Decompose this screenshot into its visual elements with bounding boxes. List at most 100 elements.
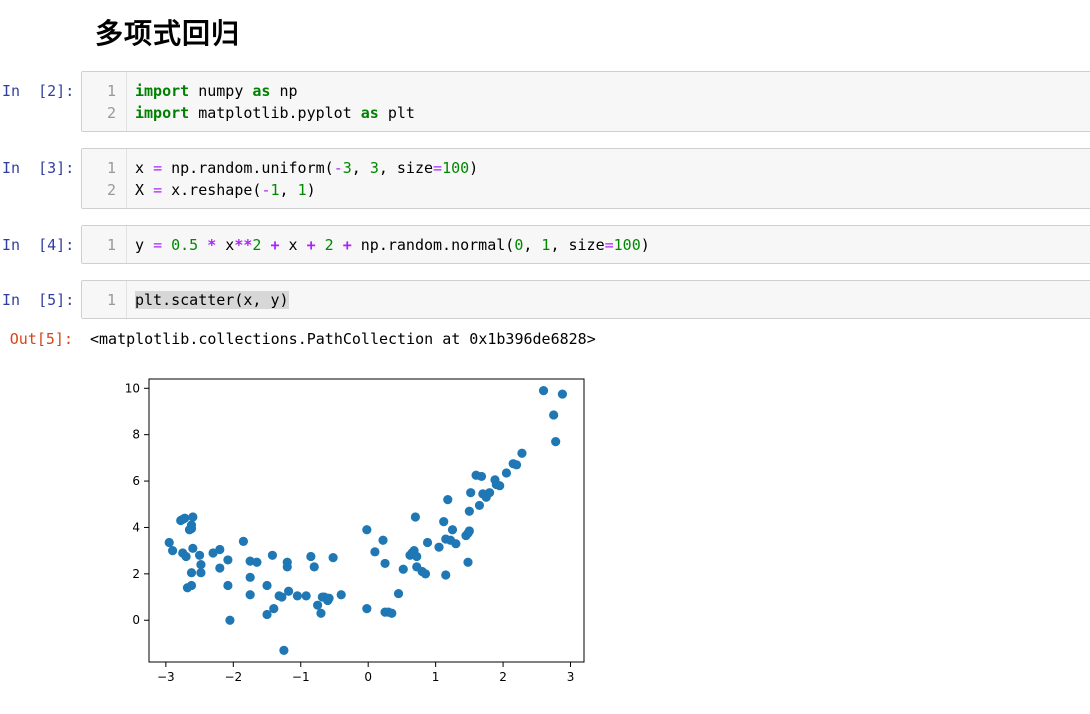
scatter-point (495, 481, 505, 491)
scatter-point (262, 580, 272, 591)
code-token: X (135, 181, 154, 199)
scatter-point (223, 580, 233, 591)
code-token: ** (234, 236, 253, 254)
scatter-point (279, 645, 289, 656)
scatter-point (245, 572, 255, 582)
scatter-point (538, 385, 549, 396)
scatter-point (451, 539, 461, 549)
code-token: plt (378, 104, 415, 122)
scatter-point (252, 557, 262, 567)
plot-frame (148, 378, 585, 663)
code-token: np (270, 82, 298, 100)
scatter-point (463, 557, 473, 567)
code-token: 3 (369, 159, 379, 177)
scatter-point (517, 448, 527, 458)
scatter-point (188, 512, 198, 522)
code-token: x (135, 159, 154, 177)
line-number: 1 (106, 291, 116, 309)
code-token: = (153, 236, 163, 254)
scatter-point (186, 524, 197, 534)
code-line[interactable]: 2 X = x.reshape(-1, 1) (82, 179, 1090, 201)
code-text: x = np.random.uniform(-3, 3, size=100) (135, 157, 478, 179)
y-tick-label: 0 (132, 613, 140, 627)
scatter-point (551, 437, 561, 447)
scatter-point (196, 568, 206, 578)
code-line[interactable]: 1y = 0.5 * x**2 + x + 2 + np.random.norm… (82, 234, 1090, 256)
scatter-point (549, 410, 559, 420)
code-editor[interactable]: 1x = np.random.uniform(-3, 3, size=100) 2… (81, 148, 1090, 209)
scatter-point (466, 488, 476, 498)
scatter-point (168, 546, 178, 556)
code-token: + (342, 236, 352, 254)
scatter-point (422, 537, 433, 548)
scatter-point (194, 550, 205, 560)
scatter-point (393, 588, 404, 599)
code-token: 100 (613, 236, 641, 254)
code-token: np.random.normal( (351, 236, 515, 254)
code-line[interactable]: 1x = np.random.uniform(-3, 3, size=100) (82, 157, 1090, 179)
scatter-point (186, 580, 197, 591)
scatter-point (557, 389, 568, 399)
scatter-point (215, 544, 225, 555)
code-token: 1 (297, 181, 307, 199)
x-tick-label: −1 (292, 670, 310, 684)
scatter-point (292, 591, 302, 601)
scatter-point (223, 555, 233, 565)
code-token: , size (378, 159, 434, 177)
code-token: as (360, 104, 379, 122)
input-prompt: In [4]: (2, 236, 75, 254)
code-editor[interactable]: 1y = 0.5 * x**2 + x + 2 + np.random.norm… (81, 225, 1090, 264)
output-prompt: Out[5]: (9, 330, 73, 348)
code-token: import (135, 82, 190, 100)
scatter-point (186, 568, 197, 578)
scatter-point (245, 590, 255, 600)
code-token: y (135, 236, 154, 254)
code-token: - (333, 159, 343, 177)
code-line[interactable]: 2 import matplotlib.pyplot as plt (82, 102, 1090, 124)
scatter-point (476, 471, 487, 482)
code-token: , size (550, 236, 605, 254)
scatter-point (328, 553, 338, 563)
scatter-point (215, 563, 225, 573)
scatter-point (410, 512, 420, 522)
code-token: plt.scatter(x, y) (135, 291, 289, 309)
x-tick-label: 3 (567, 670, 575, 684)
scatter-point (188, 543, 198, 553)
scatter-point (313, 600, 323, 610)
scatter-point (370, 547, 380, 557)
scatter-point (387, 608, 397, 618)
scatter-point (398, 564, 408, 574)
scatter-point (420, 569, 431, 579)
y-tick-label: 8 (132, 428, 140, 442)
output-text: <matplotlib.collections.PathCollection a… (90, 330, 596, 348)
y-tick-label: 6 (132, 474, 140, 488)
page-title: 多项式回归 (95, 17, 241, 50)
code-editor[interactable]: 1 import numpy as np 2 import matplotlib.py… (81, 71, 1090, 132)
scatter-point (441, 570, 451, 580)
x-tick-label: 0 (364, 670, 372, 684)
code-text: plt.scatter(x, y) (135, 289, 289, 311)
scatter-point (447, 525, 458, 535)
scatter-point (464, 526, 474, 536)
scatter-point (269, 604, 279, 614)
scatter-point (181, 551, 191, 562)
code-token: ) (306, 181, 316, 199)
code-editor[interactable]: 1 plt.scatter(x, y) (81, 280, 1090, 319)
code-token: 0.5 (171, 236, 199, 254)
code-line[interactable]: 1 plt.scatter(x, y) (82, 289, 1090, 311)
y-tick-label: 2 (132, 567, 140, 581)
code-token: as (252, 82, 271, 100)
code-token: 100 (442, 159, 470, 177)
scatter-point (362, 525, 372, 535)
code-line[interactable]: 1 import numpy as np (82, 80, 1090, 102)
line-number: 2 (106, 104, 116, 122)
scatter-point (324, 593, 334, 603)
code-token: , (279, 181, 298, 199)
code-token: * (207, 236, 217, 254)
code-token: , (523, 236, 542, 254)
y-tick-label: 10 (125, 381, 140, 395)
scatter-point (225, 615, 235, 625)
scatter-chart: −3 −2 −1 0 1 2 3 0 2 4 6 8 10 (125, 378, 585, 684)
